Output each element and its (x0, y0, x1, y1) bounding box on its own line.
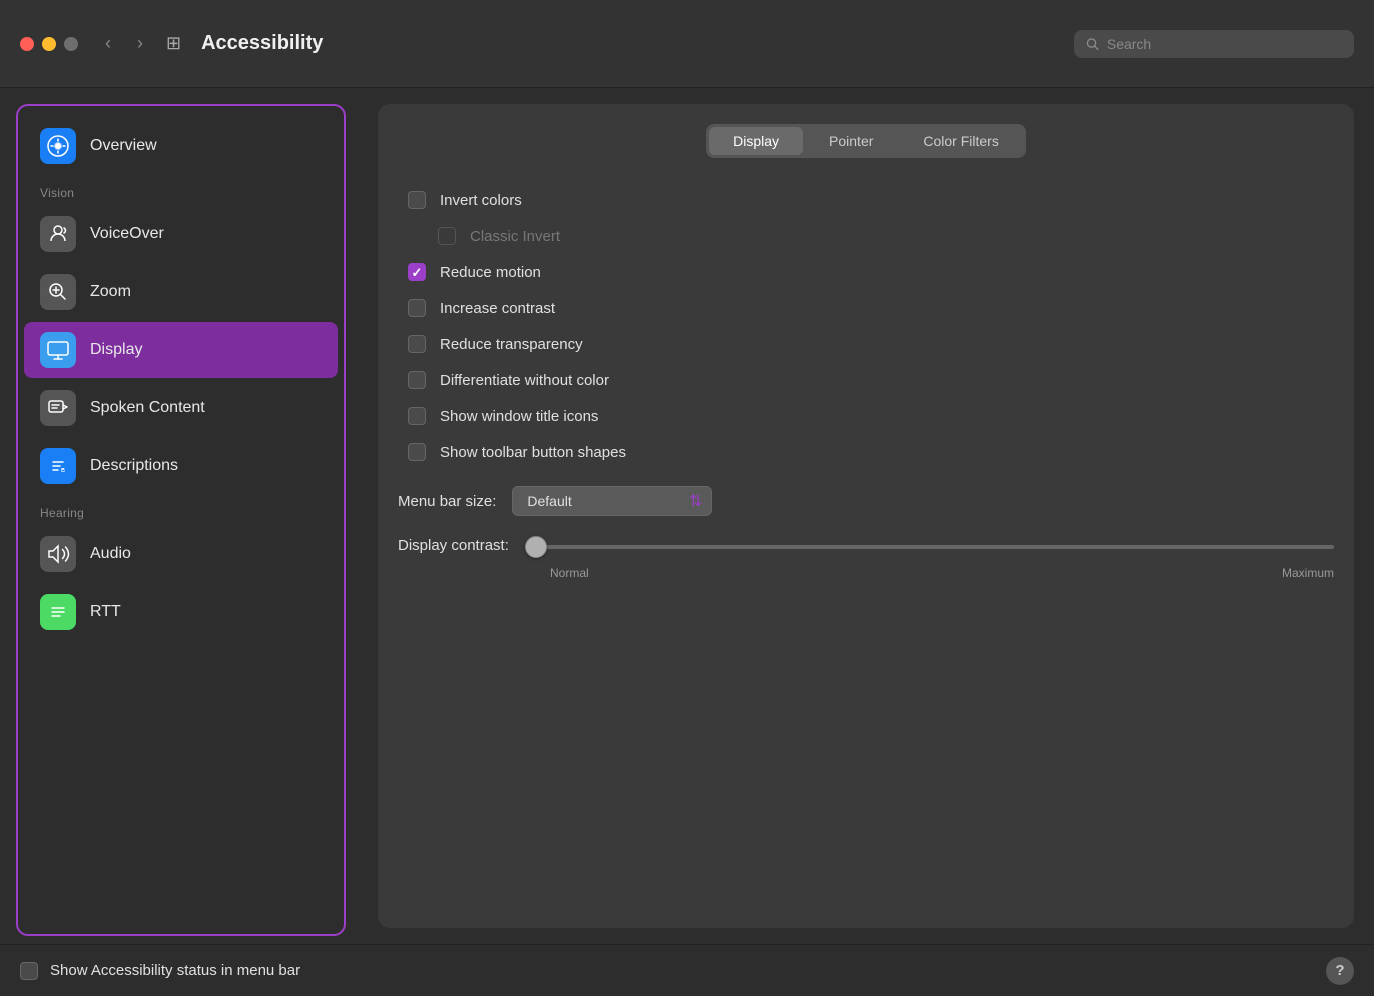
setting-row-classic-invert: Classic Invert (408, 218, 1324, 254)
sidebar-item-display[interactable]: Display (24, 322, 338, 378)
menu-bar-size-row: Menu bar size: Default Large ⇅ (398, 470, 1334, 524)
zoom-label: Zoom (90, 283, 131, 301)
minimize-button[interactable] (42, 37, 56, 51)
setting-row-window-title-icons: Show window title icons (408, 398, 1324, 434)
contrast-label: Display contrast: (398, 537, 509, 554)
descriptions-icon (40, 448, 76, 484)
hearing-section-label: Hearing (18, 496, 344, 524)
zoom-icon (40, 274, 76, 310)
sidebar-item-voiceover[interactable]: VoiceOver (24, 206, 338, 262)
help-button[interactable]: ? (1326, 957, 1354, 985)
descriptions-label: Descriptions (90, 457, 178, 475)
slider-labels: Normal Maximum (550, 562, 1334, 584)
bottom-left: Show Accessibility status in menu bar (20, 962, 300, 980)
setting-row-reduce-motion: ✓ Reduce motion (408, 254, 1324, 290)
menu-bar-status-label: Show Accessibility status in menu bar (50, 962, 300, 979)
slider-normal-label: Normal (550, 566, 589, 580)
search-input[interactable] (1107, 36, 1342, 52)
audio-icon (40, 536, 76, 572)
tab-pointer[interactable]: Pointer (805, 127, 897, 155)
overview-icon (40, 128, 76, 164)
setting-row-invert-colors: Invert colors (408, 182, 1324, 218)
sidebar-item-audio[interactable]: Audio (24, 526, 338, 582)
audio-label: Audio (90, 545, 131, 563)
bottom-bar: Show Accessibility status in menu bar ? (0, 944, 1374, 996)
setting-row-differentiate-color: Differentiate without color (408, 362, 1324, 398)
back-button[interactable]: ‹ (94, 30, 122, 58)
app-grid-icon[interactable]: ⊞ (166, 33, 181, 54)
setting-row-toolbar-shapes: Show toolbar button shapes (408, 434, 1324, 470)
voiceover-icon (40, 216, 76, 252)
reduce-transparency-checkbox[interactable] (408, 335, 426, 353)
forward-button[interactable]: › (126, 30, 154, 58)
spoken-label: Spoken Content (90, 399, 205, 417)
voiceover-label: VoiceOver (90, 225, 164, 243)
tab-display[interactable]: Display (709, 127, 803, 155)
menu-bar-select-wrapper: Default Large ⇅ (512, 486, 712, 516)
window-title: Accessibility (201, 32, 1074, 55)
invert-colors-checkbox[interactable] (408, 191, 426, 209)
vision-section-label: Vision (18, 176, 344, 204)
titlebar: ‹ › ⊞ Accessibility (0, 0, 1374, 88)
sidebar-item-descriptions[interactable]: Descriptions (24, 438, 338, 494)
toolbar-shapes-label: Show toolbar button shapes (440, 444, 626, 461)
search-icon (1086, 37, 1099, 51)
rtt-icon (40, 594, 76, 630)
menu-bar-size-label: Menu bar size: (398, 493, 496, 510)
contrast-label-row: Display contrast: (398, 536, 1334, 554)
tabs-container: Display Pointer Color Filters (398, 124, 1334, 158)
search-box (1074, 30, 1354, 58)
contrast-row: Display contrast: Normal Maximum (398, 524, 1334, 592)
slider-container (525, 536, 1334, 554)
contrast-slider[interactable] (525, 545, 1334, 549)
settings-list: Invert colors Classic Invert ✓ Reduce mo… (398, 182, 1334, 470)
checkmark-icon: ✓ (412, 266, 423, 279)
close-button[interactable] (20, 37, 34, 51)
tab-group: Display Pointer Color Filters (706, 124, 1026, 158)
window-title-icons-label: Show window title icons (440, 408, 598, 425)
slider-maximum-label: Maximum (1282, 566, 1334, 580)
toolbar-shapes-checkbox[interactable] (408, 443, 426, 461)
setting-row-increase-contrast: Increase contrast (408, 290, 1324, 326)
menu-bar-status-checkbox[interactable] (20, 962, 38, 980)
sidebar-item-zoom[interactable]: Zoom (24, 264, 338, 320)
maximize-button[interactable] (64, 37, 78, 51)
content-panel: Display Pointer Color Filters Invert col… (378, 104, 1354, 928)
content-area: Display Pointer Color Filters Invert col… (358, 88, 1374, 944)
traffic-lights (20, 37, 78, 51)
display-icon (40, 332, 76, 368)
classic-invert-checkbox[interactable] (438, 227, 456, 245)
menu-bar-size-select[interactable]: Default Large (512, 486, 712, 516)
overview-label: Overview (90, 137, 157, 155)
sidebar-item-overview[interactable]: Overview (24, 118, 338, 174)
increase-contrast-label: Increase contrast (440, 300, 555, 317)
differentiate-color-checkbox[interactable] (408, 371, 426, 389)
spoken-icon (40, 390, 76, 426)
tab-color-filters[interactable]: Color Filters (899, 127, 1022, 155)
main-layout: Overview Vision VoiceOver (0, 88, 1374, 944)
sidebar: Overview Vision VoiceOver (16, 104, 346, 936)
rtt-label: RTT (90, 603, 121, 621)
sidebar-item-spoken[interactable]: Spoken Content (24, 380, 338, 436)
reduce-transparency-label: Reduce transparency (440, 336, 583, 353)
classic-invert-label: Classic Invert (470, 228, 560, 245)
display-label: Display (90, 341, 142, 359)
increase-contrast-checkbox[interactable] (408, 299, 426, 317)
invert-colors-label: Invert colors (440, 192, 522, 209)
differentiate-color-label: Differentiate without color (440, 372, 609, 389)
window-title-icons-checkbox[interactable] (408, 407, 426, 425)
nav-buttons: ‹ › (94, 30, 154, 58)
sidebar-item-rtt[interactable]: RTT (24, 584, 338, 640)
reduce-motion-checkbox[interactable]: ✓ (408, 263, 426, 281)
reduce-motion-label: Reduce motion (440, 264, 541, 281)
setting-row-reduce-transparency: Reduce transparency (408, 326, 1324, 362)
